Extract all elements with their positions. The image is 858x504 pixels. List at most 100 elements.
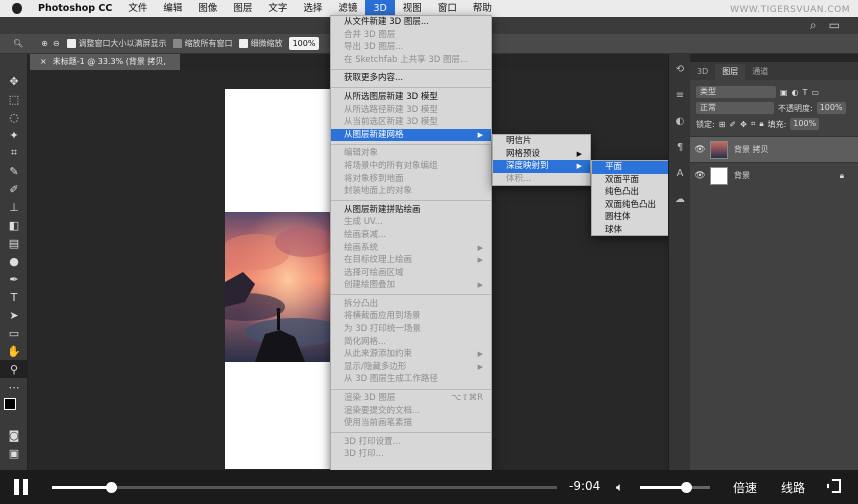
submenu-mesh-item[interactable]: 明信片	[493, 135, 590, 148]
volume-knob[interactable]	[680, 482, 692, 493]
menu-type[interactable]: 文字	[260, 0, 295, 17]
menu-3d-item[interactable]: 从图层新建网格 ▶	[331, 128, 491, 142]
tab-channels[interactable]: 通道	[745, 64, 775, 80]
path-select-icon[interactable]: ➤	[0, 306, 28, 324]
zoom-tool-icon[interactable]: ⚲	[0, 360, 28, 378]
properties-icon[interactable]: ≡	[669, 84, 691, 106]
lock-move-icon[interactable]: ✥	[740, 120, 747, 129]
speed-button[interactable]: 倍速	[733, 479, 757, 496]
type-tool-icon[interactable]: T	[0, 288, 28, 306]
menu-3d-item[interactable]: 从图层新建拼贴绘画	[331, 204, 491, 217]
stamp-tool-icon[interactable]: ⊥	[0, 198, 28, 216]
menu-item-label: 导出 3D 图层...	[344, 42, 404, 53]
color-swatches[interactable]	[0, 396, 28, 426]
gradient-tool-icon[interactable]: ▤	[0, 234, 28, 252]
lock-pixels-icon[interactable]: ⊞	[719, 120, 726, 129]
submenu-mesh-item: 体积...	[493, 173, 590, 186]
menu-image[interactable]: 图像	[190, 0, 225, 17]
fill-field[interactable]: 100%	[790, 118, 820, 130]
quick-mask-icon[interactable]: ◙	[0, 426, 28, 444]
menu-layer[interactable]: 图层	[225, 0, 260, 17]
magic-wand-icon[interactable]: ✦	[0, 126, 28, 144]
crop-tool-icon[interactable]: ⌗	[0, 144, 28, 162]
filter-shape-icon[interactable]: ▭	[811, 88, 819, 97]
zoom-tool-icon[interactable]: 🔍︎	[12, 36, 24, 52]
move-tool-icon[interactable]: ✥	[0, 72, 28, 90]
adjustments-icon[interactable]: ◐	[669, 110, 691, 132]
tab-layers[interactable]: 图层	[715, 64, 746, 80]
document-tab[interactable]: ×未标题-1 @ 33.3% (背景 拷贝, RGB/8) *	[30, 54, 180, 82]
blend-mode-select[interactable]: 正常	[696, 102, 774, 114]
screen-mode-icon[interactable]: ▣	[0, 444, 28, 462]
character-icon[interactable]: A	[669, 162, 691, 184]
fullscreen-icon[interactable]	[827, 479, 841, 493]
zoom-out-icon[interactable]: ⊖	[52, 36, 61, 52]
filter-pixel-icon[interactable]: ▣	[780, 88, 788, 97]
zoom-in-icon[interactable]: ⊕	[40, 36, 49, 52]
pen-tool-icon[interactable]: ✒	[0, 270, 28, 288]
pause-icon[interactable]	[14, 479, 32, 495]
history-icon[interactable]: ⟲	[669, 58, 691, 80]
fill-label: 填充:	[767, 119, 787, 129]
menu-3d-item: 编辑对象	[331, 147, 491, 160]
menu-separator	[331, 87, 491, 89]
submenu-mesh-item[interactable]: 网格预设 ▶	[493, 148, 590, 161]
menu-edit[interactable]: 编辑	[155, 0, 190, 17]
submenu-depth-item[interactable]: 圆柱体	[592, 211, 676, 224]
shape-tool-icon[interactable]: ▭	[0, 324, 28, 342]
filter-adjust-icon[interactable]: ◐	[792, 88, 799, 97]
route-button[interactable]: 线路	[781, 479, 805, 496]
visibility-eye-icon[interactable]: 👁︎	[690, 171, 710, 181]
apple-icon[interactable]	[12, 3, 22, 14]
opacity-field[interactable]: 100%	[816, 102, 846, 114]
menu-3d-item: 从当前选区新建 3D 模型	[331, 116, 491, 129]
workspace-icon[interactable]: ▭	[829, 18, 840, 33]
menu-3d-item[interactable]: 获取更多内容...	[331, 72, 491, 85]
app-menu[interactable]: Photoshop CC	[30, 0, 120, 17]
paragraph-icon[interactable]: ¶	[669, 136, 691, 158]
eraser-icon[interactable]: ◧	[0, 216, 28, 234]
volume-icon[interactable]: 🔈︎	[616, 480, 623, 495]
menu-3d-item: 渲染要提交的文档...	[331, 405, 491, 418]
brush-tool-icon[interactable]: ✐	[0, 180, 28, 198]
marquee-tool-icon[interactable]: ⬚	[0, 90, 28, 108]
scrubby-zoom-checkbox[interactable]	[238, 39, 248, 48]
submenu-depth-item[interactable]: 球体	[592, 224, 676, 237]
lock-label: 锁定:	[696, 119, 715, 129]
submenu-mesh-item[interactable]: 深度映射到 ▶	[493, 160, 590, 173]
volume-slider[interactable]	[640, 482, 710, 493]
zoom-all-checkbox[interactable]	[172, 39, 182, 48]
submenu-depth-item[interactable]: 纯色凸出	[592, 186, 676, 199]
menu-3d-item: 渲染 3D 图层 ⌥⇧⌘R	[331, 392, 491, 405]
foreground-color-icon[interactable]	[4, 398, 16, 410]
lasso-tool-icon[interactable]: ◌	[0, 108, 28, 126]
menu-3d-item[interactable]: 从文件新建 3D 图层...	[331, 16, 491, 29]
more-tools-icon[interactable]: ⋯	[0, 378, 28, 396]
menu-3d-item[interactable]: 从所选图层新建 3D 模型	[331, 91, 491, 104]
progress-knob[interactable]	[106, 482, 118, 493]
layer-kind-filter[interactable]: 类型	[696, 86, 776, 98]
submenu-depth-item[interactable]: 平面	[592, 161, 676, 174]
menu-item-label: 网格预设	[506, 148, 541, 159]
submenu-depth-item[interactable]: 双面纯色凸出	[592, 199, 676, 212]
submenu-depth-item[interactable]: 双面平面	[592, 174, 676, 187]
filter-type-icon[interactable]: T	[803, 88, 808, 97]
tab-3d[interactable]: 3D	[690, 64, 715, 80]
close-tab-icon[interactable]: ×	[40, 57, 47, 66]
zoom-value-field[interactable]: 100%	[288, 37, 320, 50]
menu-select[interactable]: 选择	[295, 0, 330, 17]
layer-row-background[interactable]: 👁︎ 背景 🔒︎	[690, 162, 858, 188]
dodge-tool-icon[interactable]: ●	[0, 252, 28, 270]
progress-bar[interactable]	[52, 482, 557, 493]
lock-brush-icon[interactable]: ✐	[729, 120, 736, 129]
search-icon[interactable]: ⌕	[810, 18, 817, 33]
visibility-eye-icon[interactable]: 👁︎	[690, 145, 710, 155]
libraries-icon[interactable]: ☁	[669, 188, 691, 210]
layer-row-background-copy[interactable]: 👁︎ 背景 拷贝	[690, 136, 858, 162]
eyedropper-icon[interactable]: ✎	[0, 162, 28, 180]
hand-tool-icon[interactable]: ✋	[0, 342, 28, 360]
lock-artboard-icon[interactable]: ⌗	[751, 119, 756, 129]
menu-file[interactable]: 文件	[120, 0, 155, 17]
lock-all-icon[interactable]: 🔒︎	[759, 119, 763, 129]
resize-windows-checkbox[interactable]	[66, 39, 76, 48]
